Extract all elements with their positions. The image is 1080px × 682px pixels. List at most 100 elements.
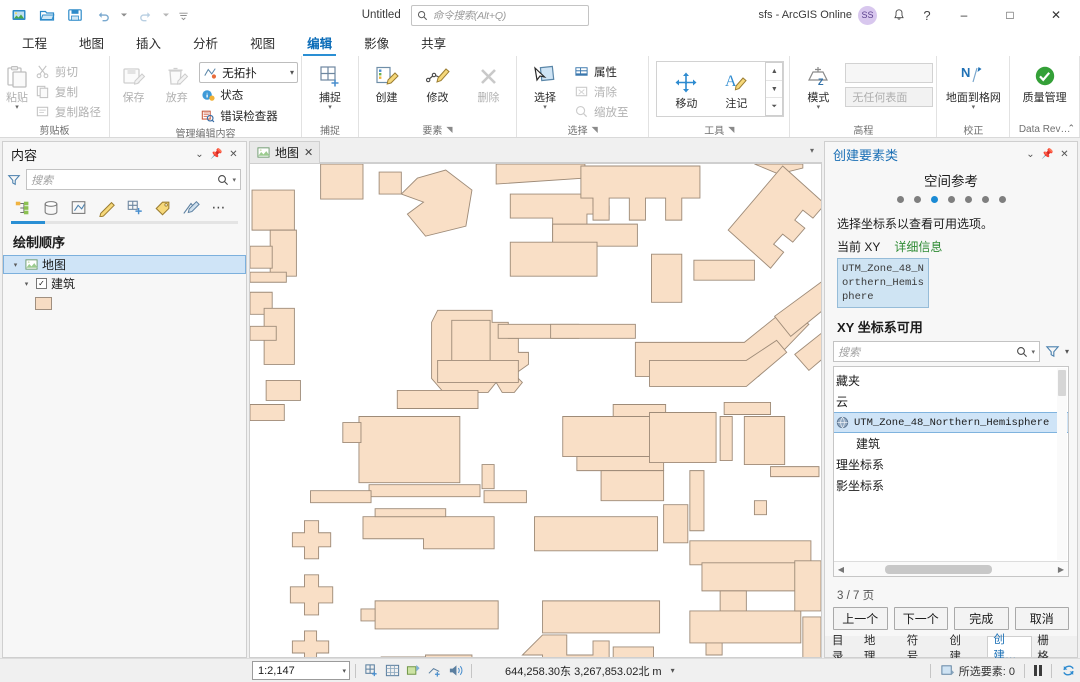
scroll-thumb[interactable] <box>1058 370 1066 396</box>
list-by-labeling-icon[interactable] <box>151 196 175 219</box>
new-project-icon[interactable] <box>6 3 32 27</box>
step-dot-3[interactable] <box>930 196 938 203</box>
open-project-icon[interactable] <box>34 3 60 27</box>
paste-button[interactable]: 粘贴 ▾ <box>3 61 31 113</box>
tools-gallery-scroller[interactable]: ▲ ▼ ⏷ <box>765 62 784 116</box>
ribbon-tab-imagery[interactable]: 影像 <box>348 30 405 56</box>
ribbon-tab-view[interactable]: 视图 <box>234 30 291 56</box>
selection-dialog-launcher[interactable]: ◥ <box>592 125 598 134</box>
command-search-input[interactable]: 命令搜索(Alt+Q) <box>410 4 589 26</box>
ground-to-grid-dropdown-icon[interactable]: ▾ <box>972 104 976 111</box>
map-view-tab[interactable]: 地图 ✕ <box>249 141 321 163</box>
snapping-dropdown-icon[interactable]: ▾ <box>328 104 332 111</box>
save-edits-button[interactable]: 保存 <box>113 61 154 106</box>
step-dot-4[interactable] <box>947 196 955 203</box>
snapping-button[interactable]: 捕捉 ▾ <box>305 61 355 113</box>
chevron-down-icon[interactable]: ⌄ <box>191 145 208 163</box>
tree-item-map[interactable]: ▾ 地图 <box>3 255 246 274</box>
list-by-selection-icon[interactable] <box>67 196 91 219</box>
chevron-down-icon[interactable]: ▾ <box>232 176 236 184</box>
add-data-icon[interactable] <box>361 661 382 681</box>
cfc-coordinate-system-list[interactable]: 藏夹 云 UTM_Zone_48_Northern_Hemisphere 建筑 <box>833 366 1069 577</box>
layer-symbol-swatch[interactable] <box>35 297 52 310</box>
step-dot-6[interactable] <box>981 196 989 203</box>
select-button[interactable]: 选择 ▾ <box>520 61 570 113</box>
modify-features-button[interactable]: 修改 <box>413 61 462 106</box>
copy-button[interactable]: 复制 <box>33 82 106 101</box>
list-item-cloud[interactable]: 云 <box>834 391 1068 412</box>
cfc-search-input[interactable]: 搜索 ▾ <box>833 341 1040 362</box>
elevation-surface-field-top[interactable] <box>845 63 934 83</box>
features-dialog-launcher[interactable]: ◥ <box>446 125 452 134</box>
chevron-down-icon[interactable]: ▾ <box>1065 347 1069 356</box>
elevation-surface-field[interactable]: 无任何表面 <box>845 87 934 107</box>
refresh-icon[interactable] <box>1061 663 1076 678</box>
chevron-right-icon[interactable]: ▾ <box>21 280 32 288</box>
pin-icon[interactable]: 📌 <box>1039 145 1056 163</box>
chevron-down-icon[interactable]: ▾ <box>810 141 822 155</box>
scroll-track[interactable] <box>848 564 1054 574</box>
save-project-icon[interactable] <box>62 3 88 27</box>
undo-icon[interactable] <box>90 3 116 27</box>
elevation-dropdown-icon[interactable]: ▾ <box>817 104 821 111</box>
scroll-thumb[interactable] <box>885 564 993 574</box>
search-icon[interactable] <box>217 174 229 186</box>
filter-icon[interactable] <box>7 173 21 187</box>
pause-icon[interactable] <box>1034 665 1042 676</box>
step-dot-5[interactable] <box>964 196 972 203</box>
annotation-tool-button[interactable]: A 注记 <box>711 67 761 112</box>
close-icon[interactable]: ✕ <box>1056 145 1073 163</box>
list-item-geographic-cs[interactable]: 理坐标系 <box>834 454 1068 475</box>
dock-tab-catalog[interactable]: 目录 <box>827 635 859 663</box>
account-name[interactable]: sfs - ArcGIS Online <box>758 9 852 21</box>
question-icon[interactable]: ? <box>914 2 940 28</box>
grid-icon[interactable] <box>382 661 403 681</box>
pin-icon[interactable]: 📌 <box>208 145 225 163</box>
attributes-button[interactable]: 属性 <box>572 62 634 81</box>
dock-tab-create-feature-class[interactable]: 创建… <box>987 634 1033 662</box>
step-dot-2[interactable] <box>913 196 921 203</box>
list-by-editing-icon[interactable] <box>95 196 119 219</box>
layer-visibility-checkbox[interactable]: ✓ <box>36 278 47 289</box>
vertex-icon[interactable] <box>424 661 445 681</box>
maximize-button[interactable]: □ <box>988 0 1032 30</box>
list-item-utm-zone-48n[interactable]: UTM_Zone_48_Northern_Hemisphere <box>834 412 1068 433</box>
list-by-diagram-icon[interactable] <box>179 196 203 219</box>
ground-to-grid-button[interactable]: N 地面到格网 ▾ <box>940 61 1006 113</box>
cfc-list-horizontal-scrollbar[interactable]: ◀ ▶ <box>834 561 1068 576</box>
dock-tab-create-1[interactable]: 创建… <box>945 635 988 663</box>
gallery-expand-icon[interactable]: ⏷ <box>766 98 782 115</box>
select-dropdown-icon[interactable]: ▾ <box>543 104 547 111</box>
gallery-scroll-up-icon[interactable]: ▲ <box>766 63 783 81</box>
list-item-building[interactable]: 建筑 <box>834 433 1068 454</box>
list-by-snapping-icon[interactable] <box>123 196 147 219</box>
redo-icon[interactable] <box>132 3 158 27</box>
move-tool-button[interactable]: 移动 <box>661 67 711 112</box>
quality-check-button[interactable]: 质量管理 <box>1014 61 1076 106</box>
speaker-icon[interactable] <box>445 661 466 681</box>
status-button[interactable]: 状态 <box>199 85 298 104</box>
ribbon-tab-insert[interactable]: 插入 <box>120 30 177 56</box>
dock-tab-symbology[interactable]: 符号… <box>902 635 945 663</box>
list-item-projected-cs[interactable]: 影坐标系 <box>834 475 1068 496</box>
map-scale-combobox[interactable]: 1:2,147 ▾ <box>252 661 350 680</box>
undo-dropdown-icon[interactable] <box>118 3 130 27</box>
chevron-left-icon[interactable]: ◀ <box>834 565 848 574</box>
ribbon-tab-map[interactable]: 地图 <box>63 30 120 56</box>
chevron-down-icon[interactable]: ▾ <box>1031 348 1035 356</box>
close-icon[interactable]: ✕ <box>225 145 242 163</box>
selection-chip-icon[interactable] <box>403 661 424 681</box>
chevron-up-icon[interactable]: ⌃ <box>1067 123 1075 134</box>
chevron-down-icon[interactable]: ▾ <box>342 667 346 675</box>
contents-search-input[interactable]: 搜索 ▾ <box>26 169 241 190</box>
previous-button[interactable]: 上一个 <box>833 607 888 630</box>
dock-tab-geoprocessing[interactable]: 地理… <box>859 635 902 663</box>
cancel-button[interactable]: 取消 <box>1014 607 1069 630</box>
clear-selection-button[interactable]: 清除 <box>572 82 634 101</box>
gallery-scroll-down-icon[interactable]: ▼ <box>766 81 783 99</box>
ribbon-tab-share[interactable]: 共享 <box>405 30 462 56</box>
chevron-down-icon[interactable]: ⌄ <box>1022 145 1039 163</box>
chevron-right-icon[interactable]: ▾ <box>10 261 21 269</box>
topology-combobox[interactable]: 无拓扑 ▾ <box>199 62 299 83</box>
step-dot-1[interactable] <box>896 196 904 203</box>
